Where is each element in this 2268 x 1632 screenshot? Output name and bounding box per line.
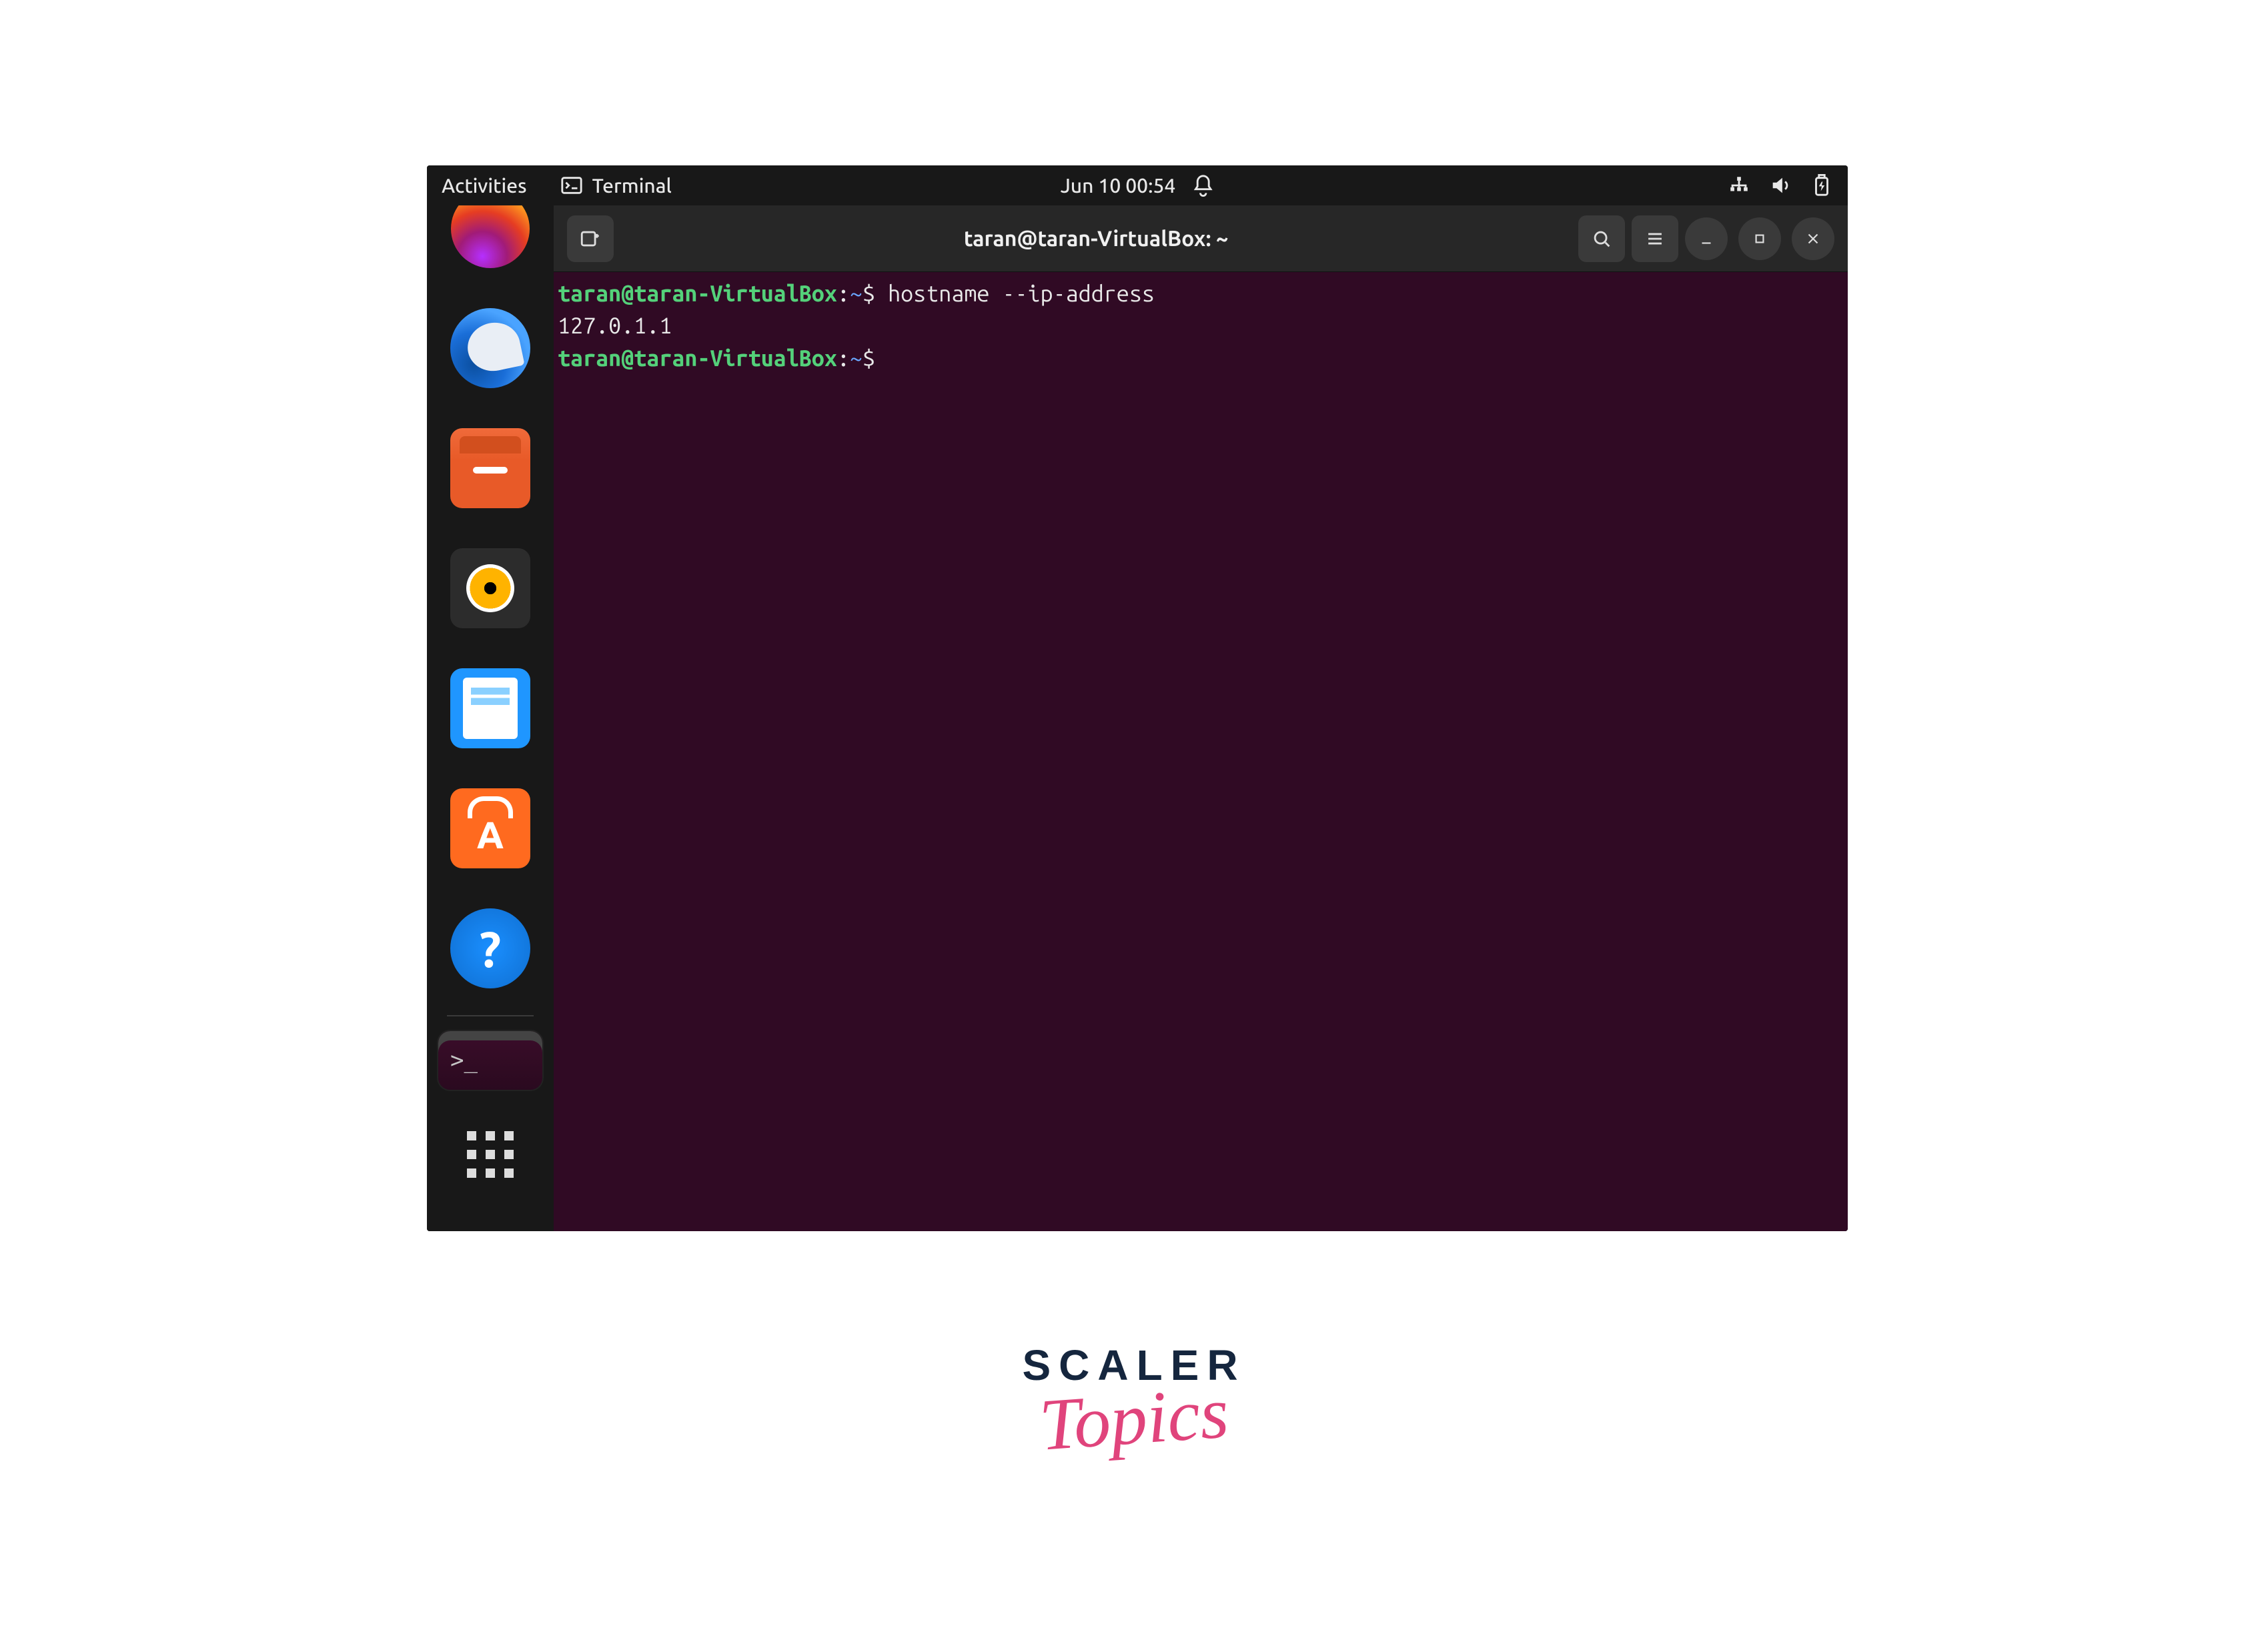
prompt-user-host: taran@taran-VirtualBox — [558, 281, 837, 306]
prompt-cwd: ~ — [850, 281, 863, 306]
notification-bell-icon — [1191, 174, 1214, 197]
terminal-window: taran@taran-VirtualBox: ~ — [554, 205, 1848, 1231]
scaler-topics-logo: SCALER Topics — [1022, 1341, 1245, 1461]
terminal-line-2: taran@taran-VirtualBox:~$ — [558, 342, 1844, 374]
prompt-cwd: ~ — [850, 345, 863, 371]
new-tab-icon — [579, 227, 602, 250]
window-controls — [1685, 217, 1834, 260]
dock-show-applications-icon[interactable] — [467, 1131, 514, 1178]
maximize-button[interactable] — [1738, 217, 1781, 260]
battery-charging-icon — [1810, 174, 1833, 197]
app-indicator-label: Terminal — [592, 174, 672, 197]
dock-rhythmbox-icon[interactable] — [450, 548, 530, 628]
prompt-user-host: taran@taran-VirtualBox — [558, 345, 837, 371]
dock-ubuntu-software-icon[interactable] — [450, 788, 530, 868]
hamburger-icon — [1644, 227, 1666, 250]
dock-libreoffice-writer-icon[interactable] — [450, 668, 530, 748]
search-button[interactable] — [1578, 215, 1625, 262]
terminal-icon — [560, 174, 583, 197]
terminal-line-1: taran@taran-VirtualBox:~$ hostname --ip-… — [558, 277, 1844, 309]
minimize-icon — [1698, 230, 1715, 247]
dock-divider — [447, 1015, 534, 1016]
system-tray[interactable] — [1728, 174, 1833, 197]
close-button[interactable] — [1792, 217, 1834, 260]
search-icon — [1590, 227, 1613, 250]
terminal-body[interactable]: taran@taran-VirtualBox:~$ hostname --ip-… — [554, 272, 1848, 1231]
close-icon — [1804, 230, 1822, 247]
clock-text: Jun 10 00:54 — [1061, 174, 1176, 197]
dock-files-icon[interactable] — [450, 428, 530, 508]
window-title: taran@taran-VirtualBox: ~ — [620, 227, 1572, 251]
activities-button[interactable]: Activities — [442, 174, 527, 197]
terminal-titlebar: taran@taran-VirtualBox: ~ — [554, 205, 1848, 272]
dock-help-icon[interactable]: ? — [450, 908, 530, 988]
clock-area[interactable]: Jun 10 00:54 — [1061, 174, 1215, 197]
dock: ? >_ — [427, 205, 554, 1231]
command-text: hostname --ip-address — [888, 281, 1155, 306]
terminal-output: 127.0.1.1 — [558, 309, 1844, 341]
network-icon — [1728, 174, 1750, 197]
ubuntu-desktop: Activities Terminal Jun 10 00:54 — [427, 165, 1848, 1231]
dock-thunderbird-icon[interactable] — [450, 308, 530, 388]
top-panel-left: Activities Terminal — [442, 174, 672, 197]
desktop-body: ? >_ taran@taran-VirtualBox: ~ — [427, 205, 1848, 1231]
maximize-icon — [1751, 230, 1768, 247]
logo-line2: Topics — [1019, 1369, 1248, 1469]
top-panel: Activities Terminal Jun 10 00:54 — [427, 165, 1848, 205]
minimize-button[interactable] — [1685, 217, 1728, 260]
dock-terminal-prompt-glyph: >_ — [450, 1047, 478, 1074]
new-tab-button[interactable] — [567, 215, 614, 262]
volume-icon — [1769, 174, 1792, 197]
app-indicator[interactable]: Terminal — [560, 174, 672, 197]
dock-terminal-running-icon[interactable]: >_ — [437, 1030, 544, 1091]
menu-button[interactable] — [1632, 215, 1678, 262]
